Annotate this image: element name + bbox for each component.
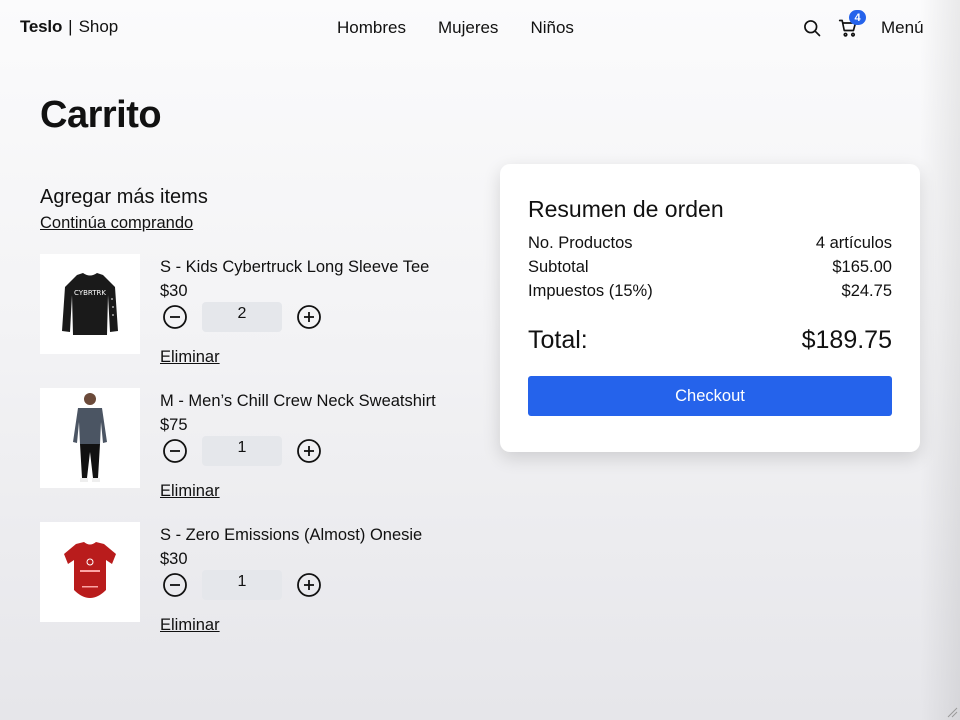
cart-item: CYBRTRK S - Kids Cybertruck Long Sleeve … bbox=[40, 254, 480, 374]
add-more-heading: Agregar más items bbox=[40, 186, 208, 208]
resize-grip-icon[interactable] bbox=[946, 706, 958, 718]
quantity-value: 1 bbox=[202, 436, 282, 466]
nav-link-hombres[interactable]: Hombres bbox=[337, 18, 406, 38]
summary-value: 4 artículos bbox=[815, 234, 892, 252]
remove-item-button[interactable]: Eliminar bbox=[160, 482, 220, 501]
quantity-value: 1 bbox=[202, 570, 282, 600]
item-price: $30 bbox=[160, 282, 188, 300]
summary-label: Subtotal bbox=[528, 258, 589, 276]
checkout-button[interactable]: Checkout bbox=[528, 376, 892, 416]
order-summary-card: Resumen de orden No. Productos 4 artícul… bbox=[500, 164, 920, 452]
sweatshirt-model-image bbox=[73, 393, 107, 482]
item-title: S - Kids Cybertruck Long Sleeve Tee bbox=[160, 258, 430, 276]
product-image[interactable] bbox=[40, 522, 140, 622]
item-price: $30 bbox=[160, 550, 188, 568]
onesie-image bbox=[64, 542, 116, 598]
brand-name: Teslo bbox=[20, 17, 63, 36]
item-title: S - Zero Emissions (Almost) Onesie bbox=[160, 526, 423, 544]
summary-value: $24.75 bbox=[841, 282, 892, 300]
search-icon[interactable] bbox=[802, 18, 822, 38]
page-title: Carrito bbox=[40, 94, 162, 136]
page-edge-shadow bbox=[920, 0, 960, 720]
nav-link-mujeres[interactable]: Mujeres bbox=[438, 18, 498, 38]
total-value: $189.75 bbox=[801, 326, 892, 354]
product-image[interactable]: CYBRTRK bbox=[40, 254, 140, 354]
summary-label: Impuestos (15%) bbox=[528, 282, 653, 300]
brand-logo[interactable]: Teslo | Shop bbox=[20, 17, 118, 37]
item-title: M - Men’s Chill Crew Neck Sweatshirt bbox=[160, 392, 436, 410]
summary-value: $165.00 bbox=[832, 258, 892, 276]
category-nav: Hombres Mujeres Niños bbox=[337, 18, 574, 38]
menu-button[interactable]: Menú bbox=[881, 18, 924, 38]
minus-circle-icon[interactable] bbox=[162, 304, 188, 330]
top-navbar: Teslo | Shop Hombres Mujeres Niños 4 Men… bbox=[0, 0, 960, 56]
brand-sub: Shop bbox=[78, 17, 119, 36]
minus-circle-icon[interactable] bbox=[162, 572, 188, 598]
remove-item-button[interactable]: Eliminar bbox=[160, 348, 220, 367]
plus-circle-icon[interactable] bbox=[296, 572, 322, 598]
summary-row-products: No. Productos 4 artículos bbox=[528, 234, 892, 253]
nav-link-ninos[interactable]: Niños bbox=[530, 18, 573, 38]
shirt-print-text: CYBRTRK bbox=[74, 289, 106, 297]
order-summary-title: Resumen de orden bbox=[528, 196, 724, 222]
summary-total-row: Total: $189.75 bbox=[528, 326, 892, 355]
item-price: $75 bbox=[160, 416, 188, 434]
long-sleeve-tee-image: CYBRTRK bbox=[62, 273, 118, 335]
continue-shopping-link[interactable]: Continúa comprando bbox=[40, 214, 193, 233]
summary-row-subtotal: Subtotal $165.00 bbox=[528, 258, 892, 277]
plus-circle-icon[interactable] bbox=[296, 304, 322, 330]
minus-circle-icon[interactable] bbox=[162, 438, 188, 464]
summary-label: No. Productos bbox=[528, 234, 633, 252]
cart-item: M - Men’s Chill Crew Neck Sweatshirt $75… bbox=[40, 388, 480, 508]
summary-row-taxes: Impuestos (15%) $24.75 bbox=[528, 282, 892, 301]
quantity-value: 2 bbox=[202, 302, 282, 332]
plus-circle-icon[interactable] bbox=[296, 438, 322, 464]
total-label: Total: bbox=[528, 326, 588, 354]
remove-item-button[interactable]: Eliminar bbox=[160, 616, 220, 635]
cart-count-badge: 4 bbox=[849, 10, 866, 25]
product-image[interactable] bbox=[40, 388, 140, 488]
brand-separator: | bbox=[68, 17, 73, 36]
cart-item: S - Zero Emissions (Almost) Onesie $30 1… bbox=[40, 522, 480, 642]
